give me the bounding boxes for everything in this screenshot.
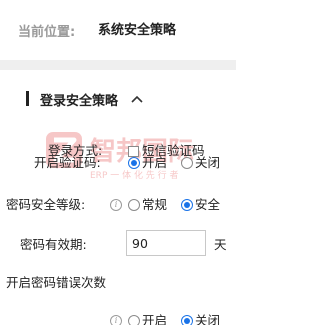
level-secure-label: 安全 (195, 197, 221, 212)
row-password-error-count: 开启密码错误次数 (0, 272, 236, 294)
captcha-on-option[interactable]: 开启 (128, 152, 167, 174)
password-validity-label: 密码有效期: (20, 237, 87, 252)
row-password-error-options: i 开启 关闭 (0, 310, 236, 325)
security-policy-page: 当前位置: 系统安全策略 登录安全策略 智邦国际 ERP 一 体 化 先 行 者… (0, 0, 236, 325)
captcha-on-radio[interactable] (128, 157, 140, 169)
enable-captcha-label: 开启验证码: (34, 155, 101, 170)
captcha-on-label: 开启 (142, 155, 168, 170)
divider-band (0, 60, 236, 70)
error-count-on-radio[interactable] (128, 315, 140, 325)
breadcrumb: 当前位置: 系统安全策略 (0, 0, 236, 60)
password-validity-input[interactable] (126, 230, 206, 256)
error-count-on-label: 开启 (142, 313, 168, 325)
password-validity-unit: 天 (214, 237, 227, 252)
row-password-level: 密码安全等级: i 常规 安全 (0, 194, 236, 216)
row-enable-captcha: 开启验证码: 开启 关闭 (0, 152, 236, 174)
section-marker (26, 91, 29, 106)
section-title: 登录安全策略 (40, 94, 119, 109)
error-count-off-label: 关闭 (195, 313, 221, 325)
level-normal-option[interactable]: 常规 (128, 194, 167, 216)
password-level-label: 密码安全等级: (6, 197, 86, 212)
password-error-count-label: 开启密码错误次数 (6, 275, 107, 290)
error-count-on-option[interactable]: 开启 (128, 310, 167, 325)
level-secure-radio[interactable] (181, 199, 193, 211)
row-password-validity: 密码有效期: 天 (0, 230, 236, 256)
level-normal-label: 常规 (142, 197, 168, 212)
error-count-off-radio[interactable] (181, 315, 193, 325)
captcha-off-radio[interactable] (181, 157, 193, 169)
captcha-off-option[interactable]: 关闭 (181, 152, 220, 174)
level-normal-radio[interactable] (128, 199, 140, 211)
breadcrumb-current[interactable]: 系统安全策略 (98, 19, 176, 38)
captcha-off-label: 关闭 (195, 155, 221, 170)
info-icon[interactable]: i (110, 315, 122, 325)
info-icon[interactable]: i (110, 199, 122, 211)
error-count-off-option[interactable]: 关闭 (181, 310, 220, 325)
chevron-up-icon[interactable] (130, 93, 144, 105)
level-secure-option[interactable]: 安全 (181, 194, 220, 216)
breadcrumb-label: 当前位置: (18, 25, 76, 40)
